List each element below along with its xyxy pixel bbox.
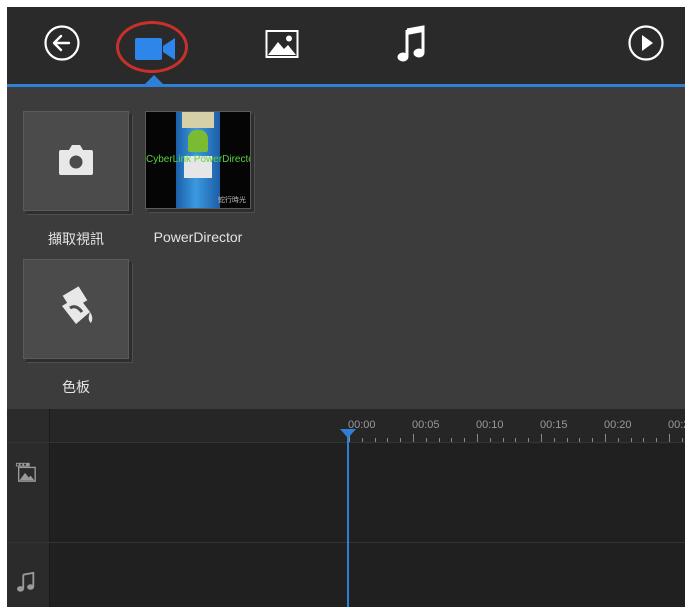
play-icon [628, 25, 664, 61]
image-icon [265, 30, 299, 58]
powerdirector-clip-tile[interactable]: CyberLink PowerDirector 蛇行時光 PowerDirect… [145, 111, 255, 251]
ruler-tick [413, 434, 414, 442]
back-button[interactable] [43, 24, 81, 62]
tick-label: 00:10 [476, 419, 504, 431]
music-note-icon [397, 25, 425, 62]
track-separator [7, 442, 685, 443]
video-camera-icon [135, 38, 175, 60]
color-board-tile[interactable]: 色板 [23, 259, 131, 399]
playhead[interactable] [347, 431, 349, 607]
powerdirector-thumbnail: CyberLink PowerDirector 蛇行時光 [145, 111, 251, 209]
thumbnail-text: CyberLink PowerDirector [146, 154, 251, 165]
color-board-label: 色板 [62, 379, 90, 395]
tick-label: 00:05 [412, 419, 440, 431]
playhead-handle[interactable] [340, 429, 356, 438]
timeline-panel[interactable]: 00:00 00:05 00:10 00:15 00:20 00:2 [7, 409, 685, 607]
tick-label: 00:15 [540, 419, 568, 431]
paint-bucket-icon [62, 286, 93, 324]
thumbnail-corner-text: 蛇行時光 [218, 197, 246, 204]
tab-music[interactable] [396, 24, 426, 64]
tab-video[interactable] [117, 24, 187, 70]
back-arrow-icon [44, 25, 80, 61]
tick-label: 00:20 [604, 419, 632, 431]
powerdirector-label: PowerDirector [153, 229, 243, 245]
track-separator [7, 542, 685, 543]
capture-video-tile[interactable]: 擷取視訊 [23, 111, 131, 251]
media-library: 擷取視訊 CyberLink PowerDirector 蛇行時光 PowerD… [7, 87, 685, 409]
tick-label: 00:2 [668, 419, 685, 431]
ruler-tick [669, 434, 670, 442]
ruler-tick [541, 434, 542, 442]
video-editor-app: 擷取視訊 CyberLink PowerDirector 蛇行時光 PowerD… [7, 7, 685, 607]
selected-tab-indicator [145, 75, 163, 84]
camera-icon [59, 145, 93, 175]
top-toolbar [7, 7, 685, 87]
time-ruler[interactable]: 00:00 00:05 00:10 00:15 00:20 00:2 [50, 409, 685, 443]
music-track-icon [17, 571, 35, 592]
ruler-tick [477, 434, 478, 442]
video-track-icon [15, 462, 36, 482]
play-button[interactable] [627, 24, 665, 62]
ruler-tick [605, 434, 606, 442]
color-board-card [23, 259, 129, 359]
tab-photo[interactable] [265, 29, 299, 59]
capture-video-card [23, 111, 129, 211]
